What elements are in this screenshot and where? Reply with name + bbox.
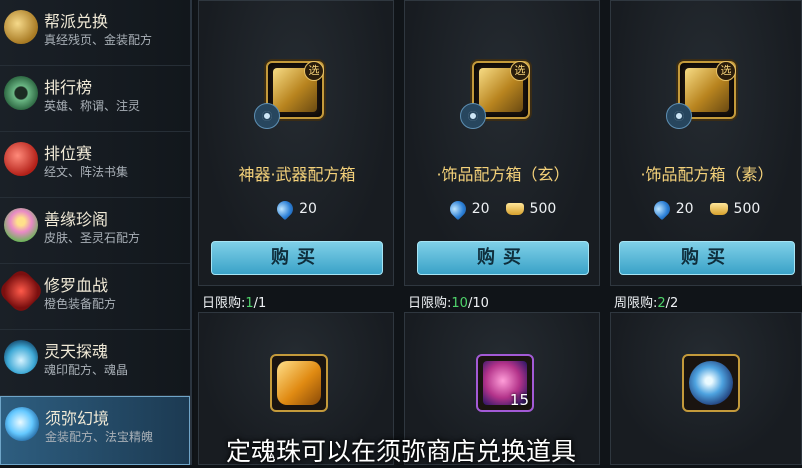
sidebar-item-subtitle: 魂印配方、魂晶 <box>44 363 129 377</box>
item-slot[interactable]: 15 <box>476 354 534 412</box>
item-slot[interactable]: 选 <box>666 61 736 129</box>
eye-icon[interactable] <box>460 103 486 129</box>
sidebar-item-soul-hunt[interactable]: 灵天探魂 魂印配方、魂晶 <box>0 330 190 396</box>
buy-button[interactable]: 购买 <box>417 241 589 275</box>
buy-button[interactable]: 购买 <box>619 241 795 275</box>
gem-price: 20 <box>299 201 317 217</box>
sidebar-item-title: 须弥幻境 <box>45 409 110 428</box>
limit-count: 1 <box>245 296 254 311</box>
sidebar-item-subtitle: 经文、阵法书集 <box>44 165 129 179</box>
limit-total: /2 <box>665 296 679 311</box>
gem-currency-icon <box>446 197 470 221</box>
sidebar-item-subtitle: 英雄、称谓、注灵 <box>44 99 141 113</box>
sidebar-item-subtitle: 皮肤、圣灵石配方 <box>44 231 141 245</box>
gem-currency-icon <box>650 197 674 221</box>
gem-price: 20 <box>471 201 490 217</box>
item-slot[interactable] <box>682 354 740 412</box>
purchase-limit: 日限购:1/1 <box>202 292 266 311</box>
gold-ingot-icon <box>709 203 728 215</box>
sidebar-item-title: 帮派兑换 <box>44 12 109 31</box>
sidebar-item-subtitle: 真经残页、金装配方 <box>44 33 153 47</box>
sidebar-item-subtitle: 橙色装备配方 <box>44 297 117 311</box>
sidebar-item-asura-battle[interactable]: 修罗血战 橙色装备配方 <box>0 264 190 330</box>
eye-icon[interactable] <box>666 103 692 129</box>
purchase-limit: 周限购:2/2 <box>614 292 678 311</box>
red-gem-icon <box>4 142 38 176</box>
blue-flame-icon <box>4 340 38 374</box>
red-crystal-icon <box>0 266 46 316</box>
limit-label: 日限购: <box>408 296 452 311</box>
item-slot[interactable] <box>270 354 328 412</box>
amber-gem-icon <box>277 361 321 405</box>
item-slot[interactable]: 选 <box>460 61 530 129</box>
sidebar-item-ranking[interactable]: 排行榜 英雄、称谓、注灵 <box>0 66 190 132</box>
sidebar-item-ranked-match[interactable]: 排位赛 经文、阵法书集 <box>0 132 190 198</box>
jade-disc-icon <box>4 76 38 110</box>
lotus-icon <box>4 208 38 242</box>
sidebar-item-title: 修罗血战 <box>44 276 109 295</box>
limit-label: 周限购: <box>614 296 658 311</box>
video-subtitle: 定魂珠可以在须弥商店兑换道具 <box>225 437 576 466</box>
buy-button[interactable]: 购买 <box>211 241 383 275</box>
gem-price: 20 <box>675 201 694 217</box>
sidebar-item-treasure-pavilion[interactable]: 善缘珍阁 皮肤、圣灵石配方 <box>0 198 190 264</box>
gold-ingot-icon <box>505 203 524 215</box>
limit-total: /1 <box>253 296 267 311</box>
sidebar-item-title: 排位赛 <box>44 144 93 163</box>
shop-card: 选 ·饰品配方箱（玄） 20 500 购买 <box>404 0 600 286</box>
gem-currency-icon <box>273 197 297 221</box>
limit-count: 2 <box>657 296 666 311</box>
sidebar-item-title: 排行榜 <box>44 78 93 97</box>
limit-count: 10 <box>451 296 468 311</box>
item-quantity: 15 <box>509 391 529 409</box>
eye-icon[interactable] <box>254 103 280 129</box>
select-badge: 选 <box>510 61 530 81</box>
blue-orb-icon <box>689 361 733 405</box>
limit-label: 日限购: <box>202 296 246 311</box>
shop-card: 选 ·饰品配方箱（素） 20 500 购买 <box>610 0 802 286</box>
price-row: 20 500 <box>405 197 601 221</box>
select-badge: 选 <box>304 61 324 81</box>
shop-card: 选 神器·武器配方箱 20 购买 <box>198 0 394 286</box>
sidebar-item-gang-exchange[interactable]: 帮派兑换 真经残页、金装配方 <box>0 0 190 66</box>
price-row: 20 500 <box>611 197 802 221</box>
price-row: 20 <box>199 197 395 221</box>
gold-bag-icon <box>4 10 38 44</box>
category-sidebar: 帮派兑换 真经残页、金装配方 排行榜 英雄、称谓、注灵 排位赛 经文、阵法书集 … <box>0 0 192 465</box>
select-badge: 选 <box>716 61 736 81</box>
sidebar-item-title: 灵天探魂 <box>44 342 109 361</box>
limit-total: /10 <box>467 296 489 311</box>
item-title: 神器·武器配方箱 <box>238 165 356 184</box>
gold-price: 500 <box>529 201 557 217</box>
shop-grid: 选 神器·武器配方箱 20 购买 选 ·饰品配方箱（玄） 20 500 购买 选 <box>194 0 802 465</box>
purchase-limit: 日限购:10/10 <box>408 292 489 311</box>
item-title: ·饰品配方箱（素） <box>640 165 774 184</box>
sidebar-item-title: 善缘珍阁 <box>44 210 109 229</box>
item-title: ·饰品配方箱（玄） <box>436 165 570 184</box>
gold-price: 500 <box>733 201 761 217</box>
item-slot[interactable]: 选 <box>254 61 324 129</box>
